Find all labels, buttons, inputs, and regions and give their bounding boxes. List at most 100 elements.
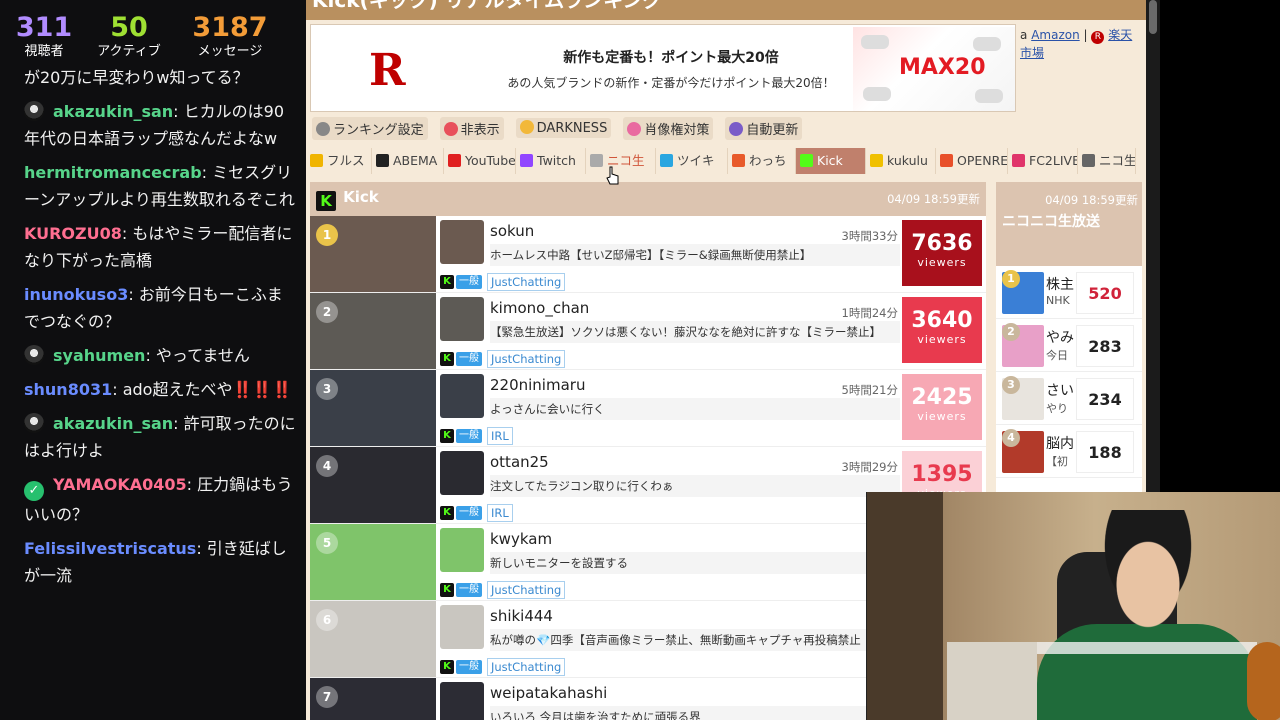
stream-title[interactable]: 【緊急生放送】ソクソは悪くない！藤沢ななを絶対に許すな【ミラー禁止】 [490, 321, 900, 343]
amazon-link[interactable]: Amazon [1031, 28, 1080, 42]
tab-fc2[interactable]: FC2LIVE [1008, 148, 1078, 174]
chat-username[interactable]: akazukin_san [53, 102, 173, 121]
tab-star[interactable]: フルス [306, 148, 372, 174]
avatar[interactable] [440, 682, 484, 720]
rakuten-logo: R [369, 45, 406, 96]
side-stream-name[interactable]: 脳内 [1046, 433, 1076, 453]
ranking-row[interactable]: 3 220ninimaru 5時間21分 よっさんに会いに行く K 一般 IRL 2425 vi… [310, 370, 986, 447]
stream-duration: 5時間21分 [841, 383, 898, 397]
stream-duration: 1時間24分 [841, 306, 898, 320]
viewer-count-number: 1395 [911, 462, 973, 487]
tab-twitch[interactable]: Twitch [516, 148, 586, 174]
tab-openrec[interactable]: OPENREC [936, 148, 1008, 174]
tab-kick[interactable]: Kick [796, 148, 866, 174]
active-count-value: 50 [110, 12, 148, 43]
side-ranking-row[interactable]: 4 脳内 【初 188 [996, 425, 1142, 478]
streamer-name[interactable]: weipatakahashi [490, 684, 607, 702]
chat-username[interactable]: YAMAOKA0405 [53, 475, 187, 494]
ninja-avatar-icon [24, 413, 44, 433]
webcam-guitar [1247, 642, 1280, 720]
avatar[interactable] [440, 374, 484, 418]
rank-badge: 1 [316, 224, 338, 246]
setting-button-2[interactable]: DARKNESS [515, 118, 612, 138]
category-tag[interactable]: IRL [487, 427, 513, 445]
setting-button-1[interactable]: 非表示 [439, 116, 504, 140]
stream-title[interactable]: 新しいモニターを設置する [490, 552, 900, 574]
chat-username[interactable]: inunokuso3 [24, 285, 128, 304]
chat-text: : ado超えたべや‼️‼️‼️ [112, 380, 293, 399]
avatar[interactable] [440, 605, 484, 649]
chat-username[interactable]: KUROZU08 [24, 224, 122, 243]
tab-label: Twitch [537, 153, 576, 168]
chat-username[interactable]: shun8031 [24, 380, 112, 399]
ninja-avatar-icon [24, 345, 44, 365]
side-stream-sub: 【初 [1046, 455, 1068, 468]
avatar[interactable] [440, 451, 484, 495]
side-stream-name[interactable]: 株主 [1046, 274, 1076, 294]
chat-message: が20万に早変わりw知ってる？ [0, 64, 306, 91]
streamer-name[interactable]: ottan25 [490, 453, 549, 471]
streamer-name[interactable]: sokun [490, 222, 534, 240]
ad-banner-image[interactable]: MAX20 [853, 27, 1015, 111]
setting-button-0[interactable]: ランキング設定 [312, 116, 428, 140]
scrollbar-thumb[interactable] [1149, 0, 1157, 34]
chat-username[interactable]: Felissilvestriscatus [24, 539, 196, 558]
stream-title[interactable]: いろいろ 今月は歯を治すために頑張る界 [490, 706, 900, 720]
ranking-row[interactable]: 1 sokun 3時間33分 ホームレス中路【せいZ邸帰宅】【ミラー&録画無断使用禁止… [310, 216, 986, 293]
streamer-name[interactable]: kwykam [490, 530, 552, 548]
tab-abema[interactable]: ABEMA [372, 148, 444, 174]
avatar[interactable] [440, 297, 484, 341]
stream-title[interactable]: よっさんに会いに行く [490, 398, 900, 420]
streamer-name[interactable]: shiki444 [490, 607, 553, 625]
shop-links: a Amazon | R 楽天市場 [1020, 26, 1144, 62]
setting-button-3[interactable]: 肖像権対策 [623, 116, 714, 140]
setting-button-4[interactable]: 自動更新 [725, 116, 803, 140]
rakuten-icon: R [1091, 31, 1105, 44]
twitch-icon [520, 154, 533, 167]
avatar[interactable] [440, 528, 484, 572]
tab-niconico[interactable]: ニコ生 [586, 148, 656, 174]
streamer-name[interactable]: kimono_chan [490, 299, 589, 317]
tab-twitcasting[interactable]: ツイキ [656, 148, 728, 174]
chat-message: shun8031: ado超えたべや‼️‼️‼️ [0, 376, 306, 403]
ad-banner-max: MAX20 [899, 55, 986, 80]
category-tag[interactable]: JustChatting [487, 658, 566, 676]
side-ranking-row[interactable]: 1 株主 NHK 520 [996, 266, 1142, 319]
side-stream-name[interactable]: さい [1046, 380, 1076, 400]
rank-badge: 2 [316, 301, 338, 323]
chat-username[interactable]: akazukin_san [53, 414, 173, 433]
viewer-count-value: 311 [15, 12, 73, 43]
stream-type-badge: 一般 [456, 275, 482, 289]
stream-title[interactable]: 注文してたラジコン取りに行くわぁ [490, 475, 900, 497]
stream-title[interactable]: ホームレス中路【せいZ邸帰宅】【ミラー&録画無断使用禁止】 [490, 244, 900, 266]
tab-kukulu[interactable]: kukulu [866, 148, 936, 174]
category-tag[interactable]: IRL [487, 504, 513, 522]
chat-username[interactable]: hermitromancecrab [24, 163, 202, 182]
niconico-icon [590, 154, 603, 167]
rank-badge: 7 [316, 686, 338, 708]
chat-username[interactable]: syahumen [53, 346, 145, 365]
avatar[interactable] [440, 220, 484, 264]
stream-title[interactable]: 私が噂の💎四季【音声画像ミラー禁止、無断動画キャプチャ再投稿禁止 [490, 629, 900, 651]
ranking-row[interactable]: 2 kimono_chan 1時間24分 【緊急生放送】ソクソは悪くない！藤沢ななを絶… [310, 293, 986, 370]
tab-watch[interactable]: わっち [728, 148, 796, 174]
viewer-count-label: 視聴者 [24, 44, 64, 59]
tab-label: kukulu [887, 153, 928, 168]
setting-label: 肖像権対策 [644, 122, 710, 138]
niconico-ranking-panel: 04/09 18:59更新 ニコニコ生放送 1 株主 NHK 520 2 やみ 今日 283 3… [996, 182, 1142, 502]
watch-icon [732, 154, 745, 167]
chat-message: akazukin_san: 許可取ったのにはよ行けよ [0, 410, 306, 464]
star-icon [310, 154, 323, 167]
chat-message: hermitromancecrab: ミセスグリーンアップルより再生数取れるぞこ… [0, 159, 306, 213]
category-tag[interactable]: JustChatting [487, 581, 566, 599]
side-ranking-row[interactable]: 3 さい やり 234 [996, 372, 1142, 425]
side-ranking-row[interactable]: 2 やみ 今日 283 [996, 319, 1142, 372]
side-stream-name[interactable]: やみ [1046, 327, 1076, 347]
tab-tv[interactable]: ニコ生公 [1078, 148, 1136, 174]
category-tag[interactable]: JustChatting [487, 273, 566, 291]
kick-icon: K [440, 583, 454, 597]
category-tag[interactable]: JustChatting [487, 350, 566, 368]
tab-youtube[interactable]: YouTube [444, 148, 516, 174]
streamer-name[interactable]: 220ninimaru [490, 376, 585, 394]
rakuten-ad[interactable]: R 新作も定番も！ポイント最大20倍 あの人気ブランドの新作・定番が今だけポイン… [310, 24, 1016, 112]
